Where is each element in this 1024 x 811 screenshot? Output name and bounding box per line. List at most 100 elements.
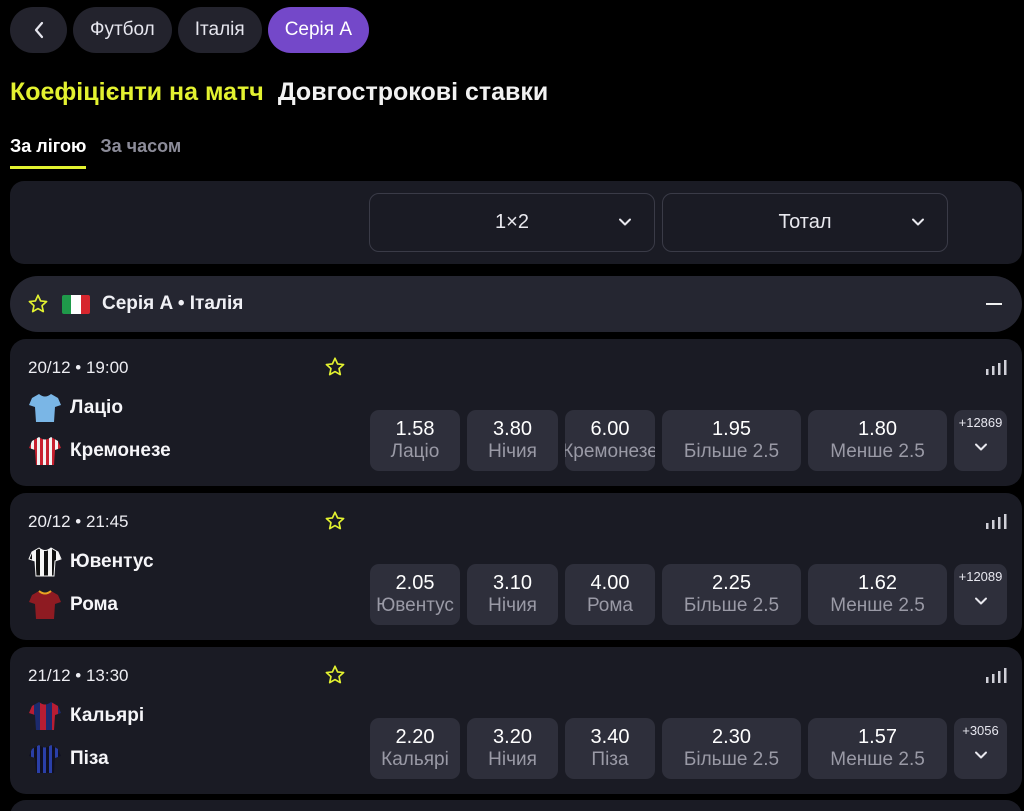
odds-over[interactable]: 2.25 Більше 2.5 (662, 564, 801, 625)
star-icon[interactable] (324, 356, 346, 378)
more-markets-count: +3056 (962, 723, 999, 738)
odds-over[interactable]: 2.30 Більше 2.5 (662, 718, 801, 779)
odds-label: Піза (591, 749, 629, 770)
page: Футбол Італія Серія A Коефіцієнти на мат… (0, 0, 1024, 811)
market-select-total[interactable]: Тотал (662, 193, 948, 252)
odds-draw[interactable]: 3.10 Нічия (467, 564, 558, 625)
odds-value: 1.58 (395, 418, 435, 440)
breadcrumb-italy[interactable]: Італія (177, 7, 262, 53)
stats-icon[interactable] (985, 359, 1007, 375)
tab-match-odds[interactable]: Коефіцієнти на матч (10, 78, 264, 107)
more-markets-count: +12089 (958, 569, 1003, 584)
odds-draw[interactable]: 3.20 Нічия (467, 718, 558, 779)
collapse-icon[interactable] (986, 303, 1002, 305)
more-markets-count: +12869 (958, 415, 1003, 430)
breadcrumb: Футбол Італія Серія A (10, 7, 370, 53)
more-markets-button[interactable]: +12089 (954, 564, 1007, 625)
away-team-name: Рома (70, 594, 118, 615)
more-markets-button[interactable]: +12869 (954, 410, 1007, 471)
odds-label: Менше 2.5 (830, 749, 925, 770)
sort-tabs: За лігою За часом (10, 136, 181, 169)
star-icon[interactable] (27, 293, 49, 315)
stats-icon[interactable] (985, 513, 1007, 529)
odds-label: Нічия (488, 749, 537, 770)
odds-over[interactable]: 1.95 Більше 2.5 (662, 410, 801, 471)
odds-label: Нічия (488, 441, 537, 462)
odds-value: 4.00 (590, 572, 630, 594)
odds-value: 3.10 (493, 572, 532, 594)
away-team: Рома (28, 588, 118, 622)
home-team: Ювентус (28, 545, 154, 579)
more-markets-button[interactable]: +3056 (954, 718, 1007, 779)
odds-away-win[interactable]: 4.00 Рома (565, 564, 655, 625)
match-card[interactable]: 20/12 • 19:00 Лаціо Кремонезе 1.58 Лаціо (10, 339, 1022, 486)
home-team: Кальярі (28, 699, 144, 733)
jersey-icon (29, 590, 61, 619)
chevron-down-icon (974, 751, 987, 759)
match-card[interactable]: 21/12 • 13:30 Кальярі Піза 2.20 Кальярі (10, 647, 1022, 794)
odds-value: 1.80 (858, 418, 897, 440)
home-team: Лаціо (28, 391, 123, 425)
odds-value: 2.30 (712, 726, 751, 748)
away-team-name: Кремонезе (70, 440, 171, 461)
odds-value: 3.40 (590, 726, 630, 748)
odds-away-win[interactable]: 6.00 Кремонезе (565, 410, 655, 471)
back-button[interactable] (10, 7, 67, 53)
jersey-icon (29, 394, 61, 422)
market-select-label: 1×2 (495, 211, 529, 233)
jersey-icon (29, 745, 61, 773)
odds-label: Менше 2.5 (830, 441, 925, 462)
home-team-name: Ювентус (70, 551, 154, 572)
tab-long-term-bets[interactable]: Довгострокові ставки (278, 78, 548, 107)
breadcrumb-serie-a[interactable]: Серія A (267, 7, 370, 53)
away-team: Кремонезе (28, 434, 171, 468)
odds-under[interactable]: 1.62 Менше 2.5 (808, 564, 947, 625)
match-time: 21/12 • 13:30 (28, 666, 129, 685)
star-icon[interactable] (324, 664, 346, 686)
odds-label: Лаціо (390, 441, 440, 462)
odds-label: Кремонезе (565, 441, 655, 462)
match-time: 20/12 • 21:45 (28, 512, 129, 531)
odds-value: 2.25 (712, 572, 751, 594)
chevron-down-icon (974, 443, 987, 451)
odds-label: Ювентус (376, 595, 454, 616)
jersey-icon (29, 702, 61, 730)
odds-label: Менше 2.5 (830, 595, 925, 616)
odds-value: 1.95 (712, 418, 751, 440)
league-name: Серія A • Італія (102, 293, 244, 314)
odds-under[interactable]: 1.80 Менше 2.5 (808, 410, 947, 471)
odds-value: 3.80 (493, 418, 532, 440)
breadcrumb-football[interactable]: Футбол (73, 7, 172, 53)
italy-flag-icon (62, 294, 90, 314)
stats-icon[interactable] (985, 667, 1007, 683)
market-select-1x2[interactable]: 1×2 (369, 193, 655, 252)
odds-home-win[interactable]: 2.05 Ювентус (370, 564, 460, 625)
odds-value: 6.00 (590, 418, 630, 440)
next-match-card (10, 800, 1022, 811)
tab-by-time[interactable]: За часом (100, 136, 181, 169)
page-heading: Коефіцієнти на матч Довгострокові ставки (10, 78, 548, 107)
chevron-left-icon (34, 21, 43, 39)
star-icon[interactable] (324, 510, 346, 532)
tab-by-league[interactable]: За лігою (10, 136, 87, 169)
odds-away-win[interactable]: 3.40 Піза (565, 718, 655, 779)
home-team-name: Лаціо (70, 397, 123, 418)
odds-home-win[interactable]: 2.20 Кальярі (370, 718, 460, 779)
jersey-icon (28, 547, 62, 577)
odds-label: Більше 2.5 (683, 595, 780, 616)
home-team-name: Кальярі (70, 705, 145, 726)
odds-home-win[interactable]: 1.58 Лаціо (370, 410, 460, 471)
league-header[interactable]: Серія A • Італія (10, 276, 1022, 332)
chevron-down-icon (974, 597, 987, 605)
odds-label: Рома (586, 595, 634, 616)
odds-label: Більше 2.5 (683, 749, 780, 770)
odds-label: Кальярі (381, 749, 449, 770)
jersey-icon (29, 437, 61, 465)
odds-value: 1.57 (858, 726, 897, 748)
match-card[interactable]: 20/12 • 21:45 Ювентус Рома 2.05 Ювентус (10, 493, 1022, 640)
odds-draw[interactable]: 3.80 Нічия (467, 410, 558, 471)
away-team: Піза (28, 742, 109, 776)
odds-under[interactable]: 1.57 Менше 2.5 (808, 718, 947, 779)
odds-value: 3.20 (493, 726, 532, 748)
away-team-name: Піза (70, 748, 109, 769)
